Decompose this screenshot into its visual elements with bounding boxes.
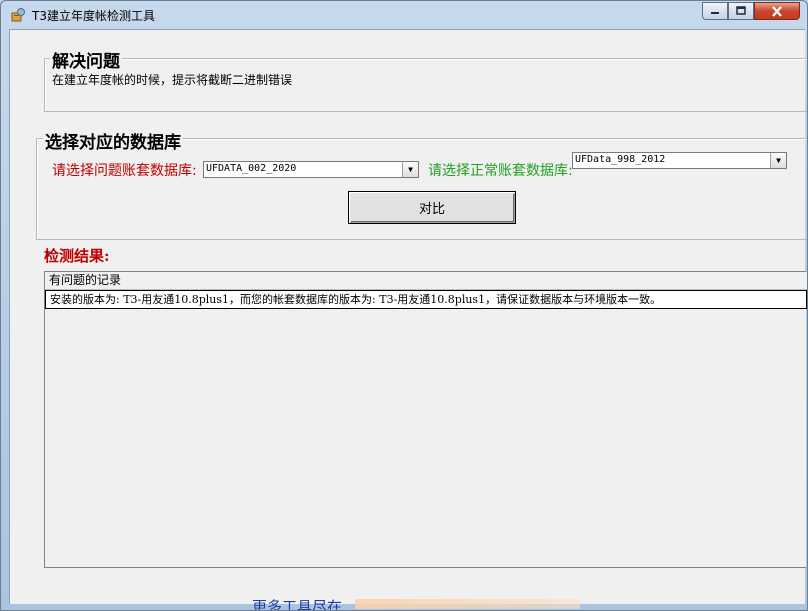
compare-button[interactable]: 对比 (348, 191, 516, 224)
app-window: T3建立年度帐检测工具 解决问题 在建立年度帐的时候，提示将截断二进制错误 选择… (0, 0, 808, 611)
close-icon (772, 5, 782, 17)
title-bar[interactable]: T3建立年度帐检测工具 (1, 1, 807, 29)
results-header: 有问题的记录 (45, 272, 807, 290)
minimize-icon (711, 12, 719, 14)
problem-db-value: UFDATA_002_2020 (206, 163, 297, 174)
problem-db-label: 请选择问题账套数据库: (52, 163, 197, 179)
window-title: T3建立年度帐检测工具 (32, 9, 155, 23)
problem-description: 在建立年度帐的时候，提示将截断二进制错误 (52, 73, 293, 87)
footer-link[interactable]: 更多工具尽在 (252, 596, 342, 610)
app-icon (11, 8, 25, 22)
problem-db-select[interactable]: UFDATA_002_2020 ▼ (203, 161, 419, 178)
results-title: 检测结果: (44, 247, 110, 265)
client-area: 解决问题 在建立年度帐的时候，提示将截断二进制错误 选择对应的数据库 请选择问题… (9, 29, 807, 610)
chevron-down-icon[interactable]: ▼ (770, 153, 786, 168)
close-button[interactable] (754, 2, 800, 20)
database-group-title: 选择对应的数据库 (43, 128, 183, 153)
footer-link-url-obscured (355, 599, 580, 609)
problem-group-title: 解决问题 (50, 47, 122, 72)
minimize-button[interactable] (702, 2, 728, 20)
chevron-down-icon[interactable]: ▼ (402, 162, 418, 177)
result-row[interactable]: 安装的版本为: T3-用友通10.8plus1，而您的帐套数据库的版本为: T3… (45, 290, 807, 309)
maximize-button[interactable] (728, 2, 754, 20)
normal-db-value: UFData_998_2012 (575, 154, 666, 165)
normal-db-select[interactable]: UFData_998_2012 ▼ (572, 152, 787, 169)
normal-db-label: 请选择正常账套数据库: (428, 163, 573, 179)
results-list[interactable]: 有问题的记录 安装的版本为: T3-用友通10.8plus1，而您的帐套数据库的… (44, 271, 807, 568)
maximize-icon (736, 6, 746, 15)
